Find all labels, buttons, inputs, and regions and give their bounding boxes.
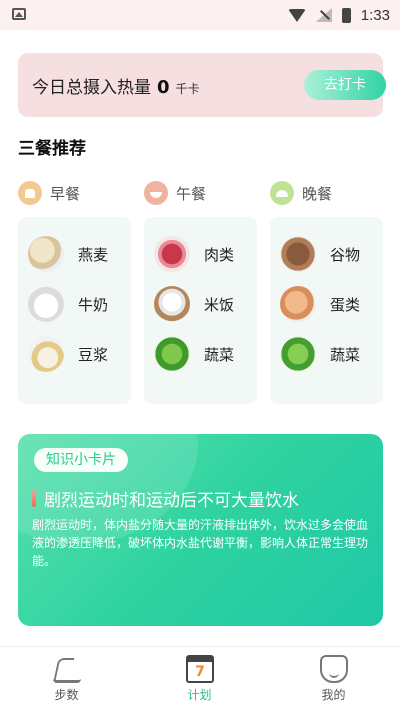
status-bar: 1:33 [0,0,400,30]
food-name: 米饭 [204,295,235,314]
food-item-milk[interactable]: 牛奶 [28,284,128,324]
food-name: 蔬菜 [204,345,235,364]
vegetables-image [280,336,316,372]
meal-header-lunch[interactable]: 午餐 [144,180,206,206]
section-title: 三餐推荐 [18,139,86,159]
status-time: 1:33 [360,6,390,24]
rice-image [154,286,190,322]
food-item-egg[interactable]: 蛋类 [280,284,380,324]
intake-unit: 千卡 [175,82,200,96]
nav-label: 步数 [54,688,79,702]
food-name: 肉类 [204,245,235,264]
egg-image [280,286,316,322]
meat-image [154,236,190,272]
calendar-day: 7 [195,664,205,680]
meal-header-breakfast[interactable]: 早餐 [18,180,80,206]
knowledge-body: 剧烈运动时，体内盐分随大量的汗液排出体外，饮水过多会使血液的渗透压降低，破坏体内… [32,518,369,568]
check-in-button[interactable]: 去打卡 [304,70,386,100]
signal-icon [315,8,332,22]
meal-box-breakfast: 燕麦 牛奶 豆浆 [18,217,131,404]
meal-box-dinner: 谷物 蛋类 蔬菜 [270,217,383,404]
grain-image [280,236,316,272]
vegetables-image [154,336,190,372]
food-item-rice[interactable]: 米饭 [154,284,254,324]
meal-header-dinner[interactable]: 晚餐 [270,180,332,206]
intake-summary: 今日总摄入热量 0 千卡 [32,73,200,98]
meal-box-lunch: 肉类 米饭 蔬菜 [144,217,257,404]
bowl-icon [144,181,168,205]
milk-image [28,286,64,322]
calendar-icon: 7 [186,655,214,683]
food-item-soymilk[interactable]: 豆浆 [28,334,128,374]
wifi-icon [287,8,306,22]
food-item-meat[interactable]: 肉类 [154,234,254,274]
food-item-vegetables[interactable]: 蔬菜 [280,334,380,374]
knowledge-tag: 知识小卡片 [34,448,128,472]
photo-icon [12,8,26,20]
meal-label: 早餐 [50,184,81,203]
food-name: 燕麦 [78,245,109,264]
nav-item-plan[interactable]: 7 计划 [133,647,266,711]
shoe-icon [53,655,81,683]
intake-label: 今日总摄入热量 [32,78,151,98]
food-name: 蛋类 [330,295,361,314]
soymilk-image [28,336,64,372]
nav-item-steps[interactable]: 步数 [0,647,133,711]
status-icons: 1:33 [287,5,390,25]
profile-icon [320,655,348,683]
nav-item-profile[interactable]: 我的 [267,647,400,711]
food-name: 豆浆 [78,345,109,364]
food-item-oats[interactable]: 燕麦 [28,234,128,274]
nav-label: 计划 [187,688,212,702]
food-name: 蔬菜 [330,345,361,364]
battery-icon [341,7,351,23]
food-item-grain[interactable]: 谷物 [280,234,380,274]
food-name: 牛奶 [78,295,109,314]
knowledge-title: 剧烈运动时和运动后不可大量饮水 [44,491,299,511]
daily-intake-card: 今日总摄入热量 0 千卡 去打卡 [18,53,386,117]
intake-value: 0 [157,77,170,98]
meal-label: 晚餐 [302,184,333,203]
nav-label: 我的 [321,688,346,702]
knowledge-title-row: 剧烈运动时和运动后不可大量饮水 [32,486,299,511]
oats-image [28,236,64,272]
food-item-vegetables[interactable]: 蔬菜 [154,334,254,374]
knowledge-card[interactable]: 知识小卡片 剧烈运动时和运动后不可大量饮水 剧烈运动时，体内盐分随大量的汗液排出… [18,434,383,626]
exclamation-icon [32,490,36,507]
bread-icon [18,181,42,205]
cloche-icon [270,181,294,205]
bottom-nav: 步数 7 计划 我的 [0,646,400,711]
meal-label: 午餐 [176,184,207,203]
food-name: 谷物 [330,245,361,264]
